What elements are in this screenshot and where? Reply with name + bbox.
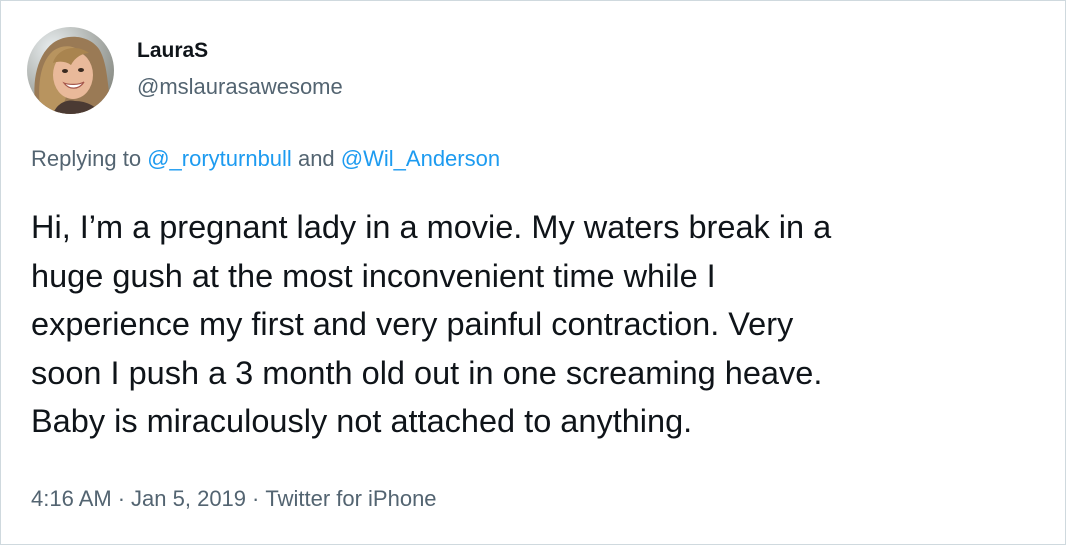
tweet-date[interactable]: Jan 5, 2019	[131, 486, 246, 511]
tweet-text-line: Baby is miraculously not attached to any…	[31, 403, 693, 439]
avatar-photo	[27, 27, 114, 114]
tweet-time[interactable]: 4:16 AM	[31, 486, 112, 511]
replying-to-line: Replying to @_roryturnbull and @Wil_Ande…	[31, 146, 500, 172]
mention-link-wil[interactable]: @Wil_Anderson	[341, 146, 500, 171]
tweet-text-line: experience my first and very painful con…	[31, 306, 794, 342]
avatar[interactable]	[27, 27, 114, 114]
tweet-card: LauraS @mslaurasawesome Replying to @_ro…	[0, 0, 1066, 545]
tweet-text: Hi, I’m a pregnant lady in a movie. My w…	[31, 203, 1041, 446]
meta-separator: ·	[252, 486, 260, 511]
mention-link-rory[interactable]: @_roryturnbull	[147, 146, 292, 171]
tweet-metadata: 4:16 AM · Jan 5, 2019 · Twitter for iPhone	[31, 486, 437, 512]
tweet-text-line: Hi, I’m a pregnant lady in a movie. My w…	[31, 209, 832, 245]
tweet-source[interactable]: Twitter for iPhone	[265, 486, 436, 511]
replying-to-conjunction: and	[297, 146, 335, 171]
tweet-text-line: soon I push a 3 month old out in one scr…	[31, 354, 823, 391]
replying-to-label: Replying to	[31, 146, 142, 171]
display-name[interactable]: LauraS	[137, 39, 208, 63]
tweet-text-line: huge gush at the most inconvenient time …	[31, 257, 716, 294]
meta-separator: ·	[117, 486, 126, 511]
user-handle[interactable]: @mslaurasawesome	[137, 74, 343, 100]
